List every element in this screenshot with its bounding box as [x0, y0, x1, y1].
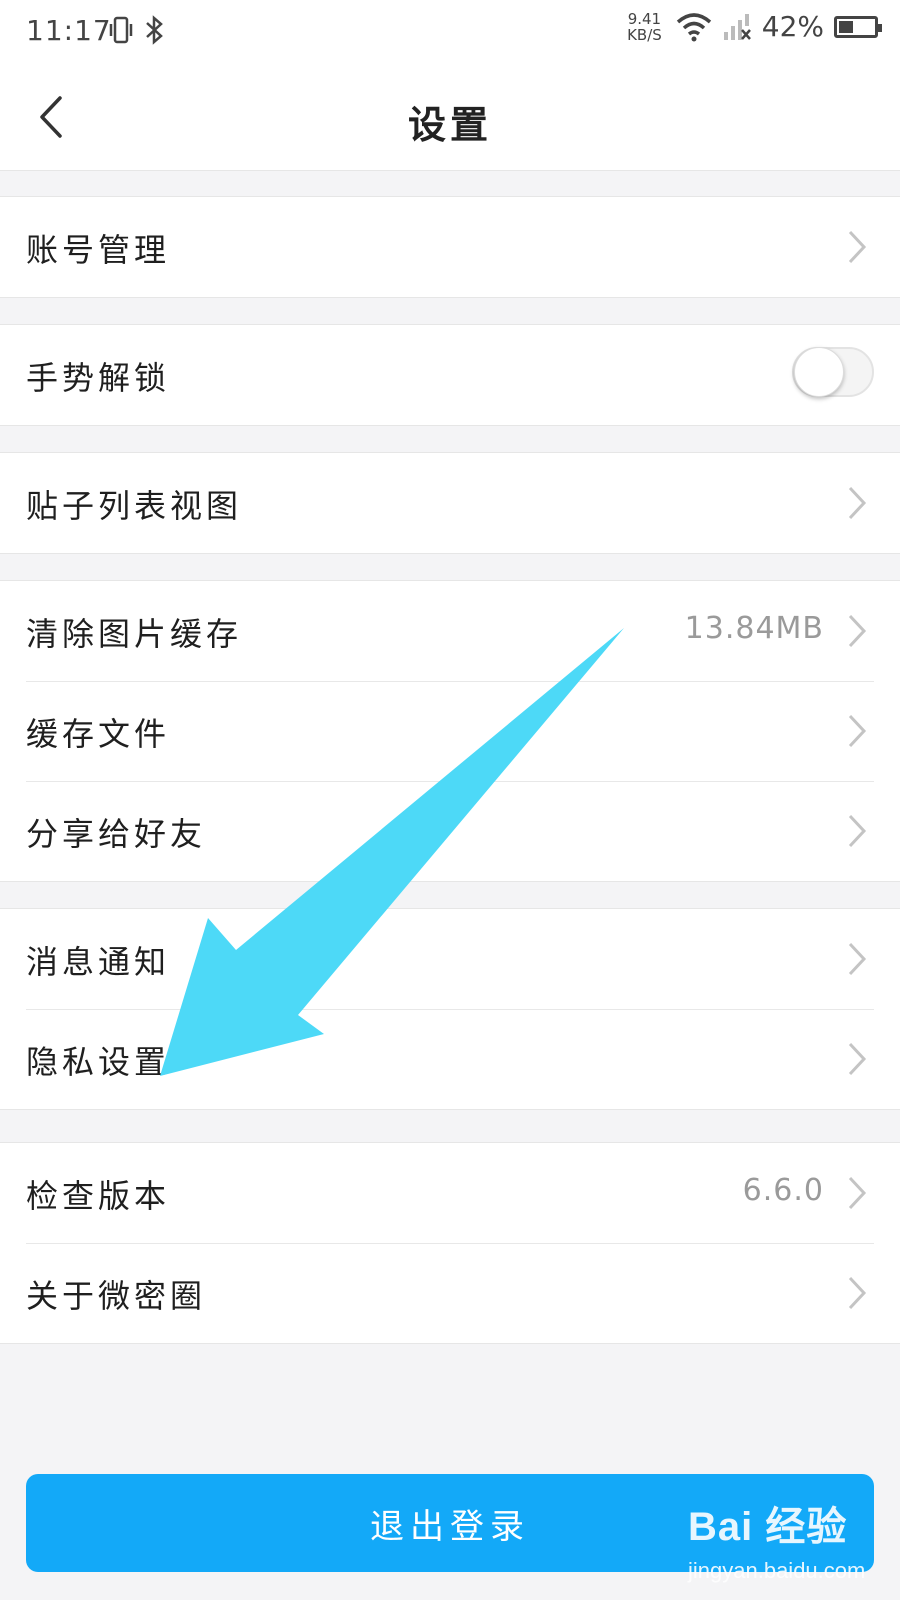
baidu-jingyan-watermark: Bai 经验 jingyan.baidu.com [688, 1494, 865, 1584]
net-speed-unit: KB/S [627, 25, 662, 44]
bluetooth-icon [146, 15, 163, 45]
chevron-right-icon [848, 1176, 867, 1210]
wifi-icon [676, 12, 711, 41]
row-label: 缓存文件 [26, 715, 171, 753]
version-value: 6.6.0 [742, 1173, 824, 1208]
chevron-right-icon [848, 614, 867, 648]
settings-group-about: 检查版本 6.6.0 关于微密圈 [0, 1142, 900, 1344]
battery-percent: 42% [761, 10, 824, 43]
row-label: 消息通知 [26, 943, 171, 981]
chevron-right-icon [848, 942, 867, 976]
settings-group-gesture: 手势解锁 [0, 324, 900, 426]
signal-off-icon [723, 13, 751, 40]
row-label: 清除图片缓存 [26, 615, 243, 653]
row-label: 贴子列表视图 [26, 487, 243, 525]
cache-size-value: 13.84MB [684, 611, 824, 646]
row-about[interactable]: 关于微密圈 [0, 1243, 900, 1343]
settings-group-notifications: 消息通知 隐私设置 [0, 908, 900, 1110]
row-clear-image-cache[interactable]: 清除图片缓存 13.84MB [0, 581, 900, 681]
row-post-list-view[interactable]: 贴子列表视图 [0, 453, 900, 553]
settings-group-view: 贴子列表视图 [0, 452, 900, 554]
row-cache-files[interactable]: 缓存文件 [0, 681, 900, 781]
row-label: 隐私设置 [26, 1043, 171, 1081]
row-account-management[interactable]: 账号管理 [0, 197, 900, 297]
row-gesture-unlock: 手势解锁 [0, 325, 900, 425]
status-time: 11:17 [26, 14, 112, 47]
row-label: 关于微密圈 [26, 1277, 207, 1315]
row-notifications[interactable]: 消息通知 [0, 909, 900, 1009]
net-speed: 9.41 KB/S [627, 11, 662, 43]
battery-level-fill [839, 20, 854, 33]
logout-label: 退出登录 [370, 1506, 530, 1547]
settings-group-cache: 清除图片缓存 13.84MB 缓存文件 分享给好友 [0, 580, 900, 882]
gesture-unlock-toggle[interactable] [792, 347, 874, 397]
settings-group-account: 账号管理 [0, 196, 900, 298]
chevron-right-icon [848, 814, 867, 848]
navigation-bar: 设置 [0, 64, 900, 171]
row-share-to-friends[interactable]: 分享给好友 [0, 781, 900, 881]
row-label: 账号管理 [26, 231, 171, 269]
vibrate-icon [109, 16, 133, 44]
chevron-right-icon [848, 230, 867, 264]
row-label: 分享给好友 [26, 815, 207, 853]
watermark-url: jingyan.baidu.com [688, 1558, 866, 1583]
net-speed-value: 9.41 [627, 9, 662, 28]
battery-icon [834, 15, 882, 38]
watermark-logo: Bai 经验 [688, 1505, 848, 1549]
page-title: 设置 [407, 103, 492, 147]
chevron-right-icon [848, 486, 867, 520]
row-label: 手势解锁 [26, 359, 171, 397]
row-check-version[interactable]: 检查版本 6.6.0 [0, 1143, 900, 1243]
status-bar: 11:17 9.41 KB/S 42% [0, 0, 900, 64]
row-label: 检查版本 [26, 1177, 171, 1215]
chevron-right-icon [848, 1276, 867, 1310]
chevron-right-icon [848, 1042, 867, 1076]
toggle-knob [794, 347, 844, 397]
row-privacy-settings[interactable]: 隐私设置 [0, 1009, 900, 1109]
chevron-right-icon [848, 714, 867, 748]
